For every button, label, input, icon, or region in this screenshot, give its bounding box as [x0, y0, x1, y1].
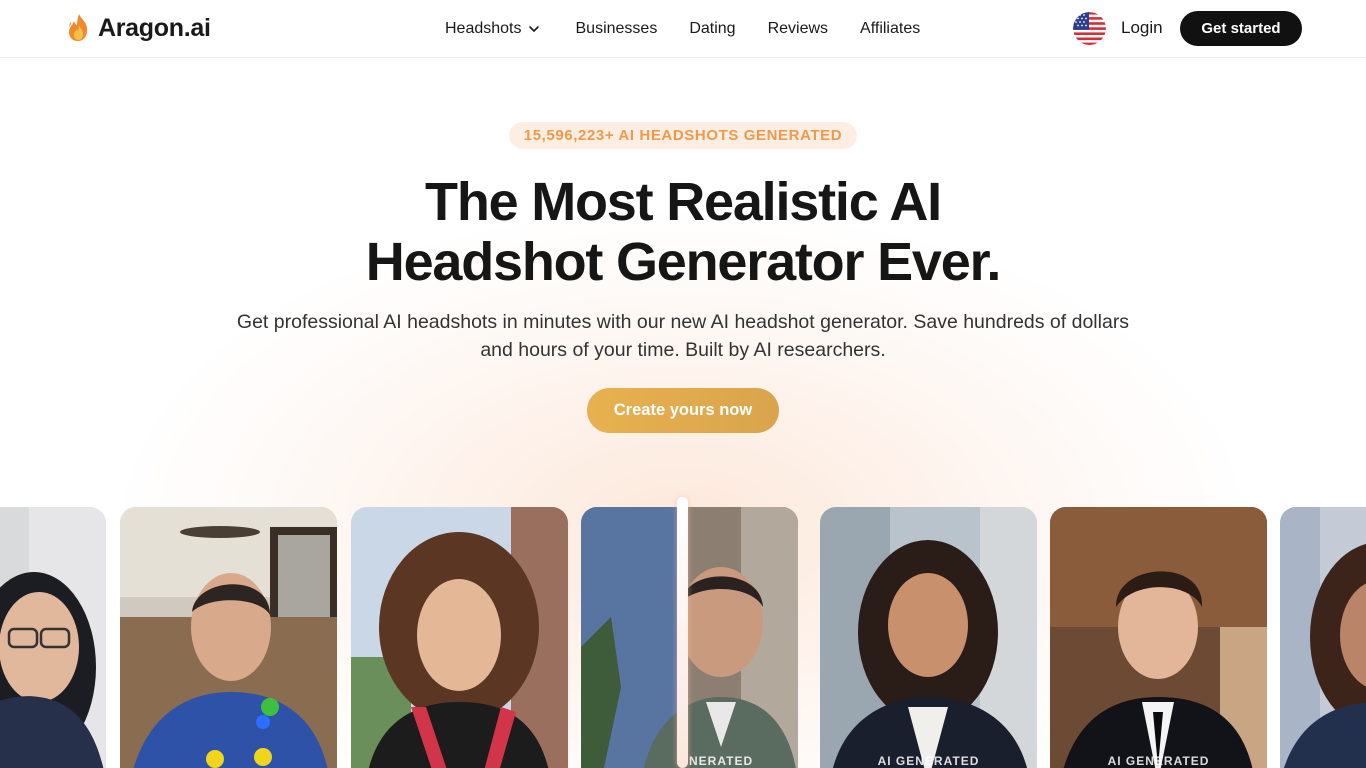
- page-title: The Most Realistic AI Headshot Generator…: [283, 172, 1083, 292]
- before-after-slider-handle[interactable]: [677, 497, 688, 768]
- headshot-card: AI GENERATED: [1050, 507, 1267, 768]
- headshot-photo: [581, 507, 798, 768]
- nav-item-dating[interactable]: Dating: [689, 20, 735, 38]
- headline-line-2: Headshot Generator Ever.: [365, 232, 1002, 292]
- ai-generated-label: AI GENERATED: [1107, 754, 1210, 768]
- nav-item-headshots[interactable]: Headshots: [445, 20, 540, 38]
- brand-name: Aragon.ai: [98, 13, 211, 42]
- headshot-photo: [351, 507, 568, 768]
- brand-logo[interactable]: Aragon.ai: [66, 12, 211, 44]
- headline-line-1: The Most Realistic AI: [425, 172, 942, 232]
- headshot-photo: [1280, 507, 1366, 768]
- get-started-button[interactable]: Get started: [1180, 11, 1302, 46]
- nav-links: Headshots Businesses Dating Reviews Affi…: [445, 18, 920, 40]
- headshot-photo: [1050, 507, 1267, 768]
- headshot-card: [120, 507, 337, 768]
- headshot-photo: [0, 507, 106, 768]
- create-yours-now-button[interactable]: Create yours now: [587, 388, 779, 433]
- headshot-card: [1280, 507, 1366, 768]
- hero-subtext: Get professional AI headshots in minutes…: [236, 311, 1130, 361]
- nav-item-businesses[interactable]: Businesses: [576, 20, 658, 38]
- ai-generated-label: AI GENERATED: [877, 754, 980, 768]
- headshot-card: NERATED: [581, 507, 798, 768]
- headshots-count-badge: 15,596,223+ AI HEADSHOTS GENERATED: [509, 122, 857, 149]
- headshot-photo: [120, 507, 337, 768]
- nav-item-reviews[interactable]: Reviews: [768, 20, 828, 38]
- flame-icon: [69, 14, 88, 41]
- ai-generated-label: NERATED: [689, 754, 754, 768]
- nav-item-label: Headshots: [445, 20, 522, 37]
- headshot-photo: [820, 507, 1037, 768]
- headshot-card: [0, 507, 106, 768]
- chevron-down-icon: [528, 26, 539, 32]
- headshot-card: AI GENERATED: [820, 507, 1037, 768]
- nav-item-affiliates[interactable]: Affiliates: [860, 20, 920, 38]
- headshot-card: [351, 507, 568, 768]
- top-navigation: Aragon.ai Headshots Businesses Dating Re…: [0, 0, 1366, 58]
- us-flag-icon[interactable]: [1073, 12, 1106, 45]
- login-link[interactable]: Login: [1121, 18, 1163, 38]
